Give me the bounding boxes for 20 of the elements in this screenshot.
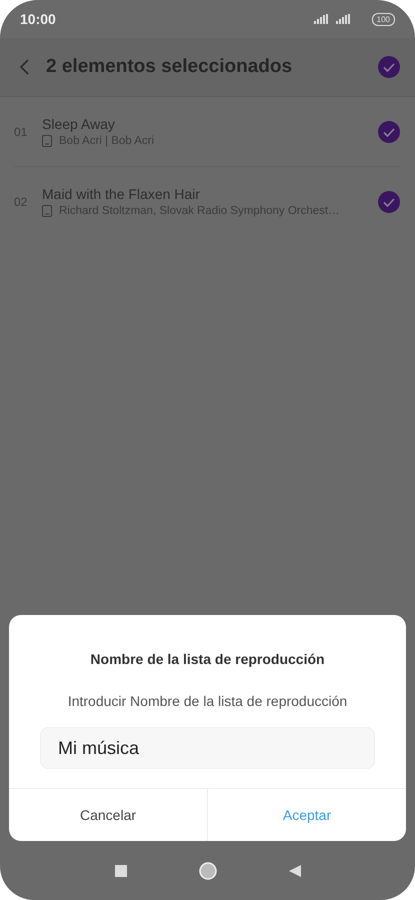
checkbox[interactable] bbox=[377, 55, 401, 79]
battery-icon: 100 bbox=[372, 12, 395, 26]
clock-time: 10:00 bbox=[20, 11, 56, 27]
cancel-button[interactable]: Cancelar bbox=[9, 789, 207, 841]
back-icon[interactable] bbox=[20, 59, 30, 75]
signal-icon bbox=[336, 14, 350, 24]
checkbox[interactable] bbox=[377, 120, 401, 144]
phone-icon bbox=[42, 135, 52, 147]
phone-icon bbox=[42, 205, 52, 217]
checkbox[interactable] bbox=[377, 190, 401, 214]
back-icon[interactable] bbox=[288, 864, 300, 876]
input-field[interactable]: Mi música bbox=[40, 727, 375, 769]
page-title: 2 elementos seleccionados bbox=[46, 56, 294, 78]
home-icon[interactable] bbox=[198, 862, 216, 880]
dialog-title: Nombre de la lista de reproducción bbox=[90, 651, 325, 667]
song-title: Maid with the Flaxen Hair bbox=[42, 186, 201, 202]
signal-icon bbox=[314, 14, 328, 24]
song-title: Sleep Away bbox=[42, 116, 116, 132]
dialog-message: Introducir Nombre de la lista de reproducción bbox=[68, 693, 348, 709]
recents-icon[interactable] bbox=[114, 864, 126, 876]
